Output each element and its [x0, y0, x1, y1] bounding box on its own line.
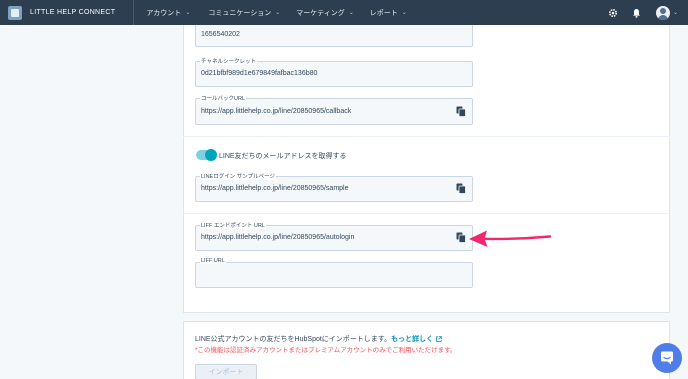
gear-icon[interactable]: [606, 6, 620, 20]
chevron-down-icon: ⌄: [348, 10, 354, 16]
callback-url-label: コールバックURL: [200, 94, 247, 102]
nav-item-label: アカウント: [146, 9, 182, 17]
nav-divider: [133, 0, 135, 25]
chevron-down-icon: ⌄: [275, 10, 281, 16]
email-toggle-knob[interactable]: [205, 149, 217, 161]
chevron-down-icon: ⌄: [185, 10, 191, 16]
section-divider: [183, 136, 670, 137]
avatar[interactable]: [655, 5, 670, 20]
nav-item-label: コミュニケーション: [208, 9, 272, 17]
liff-url-label: LIFF URL: [200, 258, 226, 264]
top-nav: LITTLE HELP CONNECT アカウント ⌄ コミュニケーション ⌄ マー…: [0, 0, 688, 25]
import-warning: *この機能は認証済みアカウントまたはプレミアムアカウントのみでご利用いただけます…: [195, 347, 457, 354]
nav-item-label: マーケティング: [296, 9, 345, 17]
chat-widget[interactable]: [652, 343, 682, 373]
callback-url-value: https://app.littlehelp.co.jp/line/208509…: [201, 108, 352, 115]
import-description: LINE公式アカウントの友だちをHubSpotにインポートします。もっと詳しく: [195, 334, 442, 344]
chevron-down-icon[interactable]: ⌄: [673, 9, 678, 16]
liff-url-field[interactable]: [195, 262, 473, 288]
email-toggle-label: LINE友だちのメールアドレスを取得する: [219, 153, 347, 160]
chat-bubble-icon: [661, 351, 673, 365]
channel-id-value: 1656540202: [201, 31, 240, 38]
nav-item-communication[interactable]: コミュニケーション ⌄: [208, 8, 280, 18]
copy-icon[interactable]: [456, 106, 466, 117]
learn-more-link[interactable]: もっと詳しく: [391, 336, 433, 343]
brand-name[interactable]: LITTLE HELP CONNECT: [30, 9, 115, 16]
login-sample-label: LINEログイン サンプルページ: [200, 172, 276, 180]
section-divider: [183, 213, 670, 214]
import-button[interactable]: インポート: [195, 364, 257, 379]
annotation-arrow-icon: [469, 230, 552, 247]
liff-endpoint-value: https://app.littlehelp.co.jp/line/208509…: [201, 234, 355, 241]
nav-item-account[interactable]: アカウント ⌄: [146, 8, 190, 18]
copy-icon[interactable]: [456, 232, 466, 243]
app-logo[interactable]: [8, 5, 22, 20]
login-sample-value: https://app.littlehelp.co.jp/line/208509…: [201, 185, 349, 192]
copy-icon[interactable]: [456, 183, 466, 194]
channel-secret-label: チャネルシークレット: [200, 57, 257, 65]
nav-item-label: レポート: [369, 9, 398, 17]
channel-secret-value: 0d21bfbf989d1e679849fafbac136b80: [201, 70, 318, 77]
import-text: LINE公式アカウントの友だちをHubSpotにインポートします。: [195, 336, 392, 343]
nav-right-icons: ⌄: [596, 0, 678, 25]
liff-endpoint-label: LIFF エンドポイント URL: [200, 221, 266, 229]
external-link-icon[interactable]: [436, 336, 442, 342]
nav-item-reports[interactable]: レポート ⌄: [370, 8, 407, 18]
chevron-down-icon: ⌄: [401, 10, 407, 16]
nav-item-marketing[interactable]: マーケティング ⌄: [296, 8, 353, 18]
bell-icon[interactable]: [630, 6, 644, 20]
